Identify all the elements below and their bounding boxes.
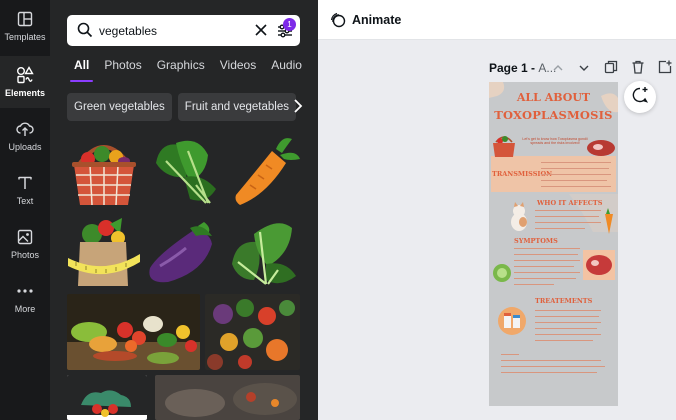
search-icon: [77, 22, 93, 38]
cooking-vegetables-photo[interactable]: [155, 375, 300, 420]
greens-graphic[interactable]: [226, 214, 302, 290]
comment-add-icon: [631, 86, 649, 109]
templates-icon: [16, 10, 34, 28]
rail-label: Elements: [4, 88, 46, 98]
poster-section-symptoms: SYMPTOMS: [514, 237, 558, 245]
duplicate-page-icon[interactable]: [604, 60, 618, 74]
poster-text-line: [535, 216, 599, 217]
poster-text-line: [514, 284, 554, 285]
poster-text-line: [514, 254, 578, 255]
poster-text-line: [514, 278, 576, 279]
vegetable-illustration[interactable]: [67, 375, 147, 420]
medicine-image: [497, 306, 527, 341]
poster-text-line: [501, 372, 597, 373]
grocery-bag-graphic[interactable]: [66, 214, 142, 290]
tab-audio[interactable]: Audio: [271, 58, 302, 80]
chip-green-vegetables[interactable]: Green vegetables: [67, 93, 172, 121]
poster-text-line: [514, 266, 574, 267]
tab-graphics[interactable]: Graphics: [157, 58, 205, 80]
poster-text-line: [501, 360, 601, 361]
poster-text-line: [541, 162, 611, 163]
raw-meat-image: [585, 138, 617, 163]
poster-text-line: [535, 334, 601, 335]
rail-label: Templates: [4, 32, 46, 42]
poster-text-line: [501, 354, 519, 355]
content-tabs: All Photos Graphics Videos Audio: [69, 58, 317, 82]
basket-graphic[interactable]: [66, 133, 142, 209]
poster-text-line: [501, 366, 605, 367]
poster-text-line: [541, 180, 607, 181]
poster-text-line: [541, 186, 611, 187]
chip-fruit-and-vegetables[interactable]: Fruit and vegetables: [177, 93, 296, 121]
add-comment-button[interactable]: [624, 81, 656, 113]
rail-label: Photos: [10, 250, 40, 260]
poster-text-line: [541, 168, 609, 169]
elements-icon: [16, 66, 34, 84]
animate-icon: [330, 12, 346, 28]
rail-item-more[interactable]: More: [0, 272, 50, 324]
poster-text-line: [535, 228, 585, 229]
filter-count-badge: 1: [283, 18, 296, 31]
more-icon: [16, 282, 34, 300]
photos-icon: [16, 228, 34, 246]
poster-title-line1: ALL ABOUT: [516, 91, 591, 104]
tab-all[interactable]: All: [69, 58, 94, 82]
uploads-icon: [16, 120, 34, 138]
poster-text-line: [514, 272, 580, 273]
lettuce-image: [491, 262, 513, 289]
rail-label: More: [14, 304, 36, 314]
tab-videos[interactable]: Videos: [220, 58, 256, 80]
tab-photos[interactable]: Photos: [104, 58, 141, 80]
steak-image: [583, 250, 615, 285]
poster-text-line: [535, 322, 601, 323]
clear-icon[interactable]: [254, 23, 268, 37]
animate-button[interactable]: Animate: [330, 12, 401, 28]
poster-section-who-it-affects: WHO IT AFFECTS: [537, 199, 603, 207]
left-rail: Templates Elements Uploads Text Photos M…: [0, 0, 50, 420]
rail-label: Uploads: [8, 142, 42, 152]
chevron-down-icon[interactable]: [578, 61, 592, 75]
delete-page-icon[interactable]: [631, 60, 645, 74]
spinach-graphic[interactable]: [146, 133, 222, 209]
cat-image: [507, 202, 531, 237]
rail-item-elements[interactable]: Elements: [0, 56, 50, 108]
poster-text-line: [514, 248, 580, 249]
animate-label: Animate: [352, 13, 402, 27]
poster-intro: Let's get to know how Toxoplasma gondii …: [522, 137, 588, 146]
poster-text-line: [535, 310, 601, 311]
page-title[interactable]: Page 1 - A...: [489, 61, 556, 75]
poster-text-line: [541, 174, 611, 175]
carrot-graphic[interactable]: [226, 133, 302, 209]
suggestion-chips: Green vegetables Fruit and vegetables: [67, 93, 302, 121]
rail-item-photos[interactable]: Photos: [0, 218, 50, 270]
rail-item-templates[interactable]: Templates: [0, 0, 50, 52]
page-number-label: Page 1 -: [489, 61, 539, 75]
search-input[interactable]: [99, 21, 249, 40]
elements-panel: 1 All Photos Graphics Videos Audio Green…: [50, 0, 318, 420]
chevron-right-icon[interactable]: [293, 98, 307, 116]
poster-text-line: [535, 316, 599, 317]
poster-text-line: [535, 222, 601, 223]
poster-text-line: [535, 210, 601, 211]
chevron-up-icon[interactable]: [552, 61, 566, 75]
poster-text-line: [535, 328, 597, 329]
eggplant-graphic[interactable]: [146, 214, 222, 290]
poster-section-treatements: TREATEMENTS: [535, 297, 593, 305]
search-box: 1: [67, 15, 300, 46]
poster-title-line2: TOXOPLASMOSIS: [494, 108, 613, 122]
vegetables-photo[interactable]: [67, 294, 200, 370]
rail-label: Text: [16, 196, 34, 206]
rail-item-text[interactable]: Text: [0, 164, 50, 216]
design-page[interactable]: ALL ABOUT TOXOPLASMOSIS Let's get to kno…: [489, 82, 618, 406]
poster-text-line: [535, 340, 593, 341]
basket-image: [491, 132, 517, 163]
text-icon: [16, 174, 34, 192]
carrot-image: [603, 208, 615, 239]
poster-text-line: [514, 260, 580, 261]
add-page-icon[interactable]: [658, 60, 672, 74]
market-vegetables-photo[interactable]: [205, 294, 300, 370]
editor-toolbar: Animate: [318, 0, 676, 40]
rail-item-uploads[interactable]: Uploads: [0, 110, 50, 162]
